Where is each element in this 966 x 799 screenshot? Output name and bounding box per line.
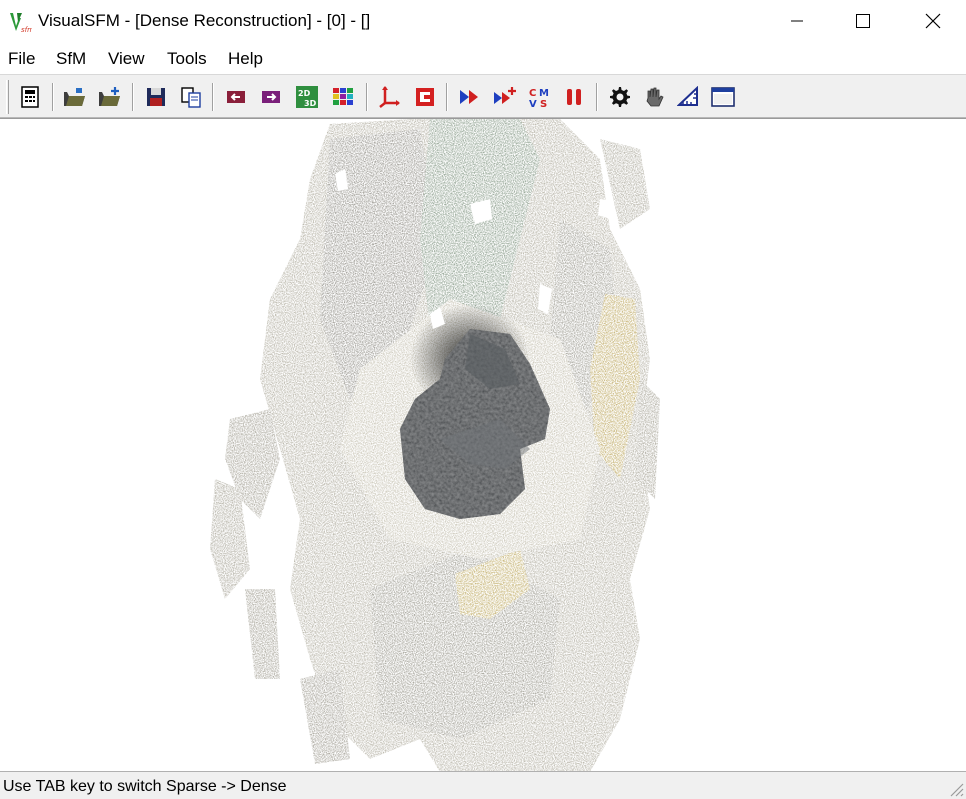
hand-icon <box>646 87 664 107</box>
save-button[interactable] <box>143 84 169 110</box>
visualsfm-app-icon: sfm <box>8 10 34 34</box>
window-icon <box>711 87 735 107</box>
toolbar-separator <box>596 83 598 111</box>
axes-icon <box>379 86 400 108</box>
gear-icon <box>610 87 630 107</box>
svg-text:C: C <box>529 88 536 99</box>
pause-icon <box>567 89 581 105</box>
compute-missing-match-icon <box>460 90 478 104</box>
previous-button[interactable] <box>223 84 249 110</box>
previous-arrow-icon <box>227 91 245 103</box>
cmvs-icon: C M V S <box>529 88 549 109</box>
menu-sfm[interactable]: SfM <box>56 49 86 69</box>
next-arrow-icon <box>262 91 280 103</box>
resize-grip-icon[interactable] <box>946 779 964 797</box>
compute-missing-match-button[interactable] <box>457 84 483 110</box>
toolbar-grip[interactable] <box>6 80 9 114</box>
copy-icon <box>181 87 201 108</box>
menu-tools[interactable]: Tools <box>167 49 207 69</box>
open-button[interactable] <box>62 84 88 110</box>
toolbar-separator <box>212 83 214 111</box>
measure-button[interactable] <box>675 84 701 110</box>
open-folder-icon <box>64 88 85 106</box>
color-grid-button[interactable] <box>330 84 356 110</box>
calculator-button[interactable] <box>17 84 43 110</box>
compute-3d-reconstruction-icon <box>494 87 516 104</box>
menu-help[interactable]: Help <box>228 49 263 69</box>
menu-bar: File SfM View Tools Help <box>0 42 966 74</box>
axes-button[interactable] <box>376 84 402 110</box>
toolbar-separator <box>366 83 368 111</box>
red-box-button[interactable] <box>412 84 438 110</box>
window-button[interactable] <box>710 84 736 110</box>
calculator-icon <box>21 86 39 108</box>
copy-button[interactable] <box>178 84 204 110</box>
toolbar-separator <box>52 83 54 111</box>
add-images-folder-icon <box>99 87 120 106</box>
save-disk-icon <box>147 88 165 106</box>
toolbar: 2D 3D C M V S <box>0 74 966 118</box>
2d-3d-toggle-icon: 2D 3D <box>296 86 318 108</box>
svg-text:S: S <box>540 99 547 109</box>
svg-text:M: M <box>539 88 549 99</box>
cmvs-button[interactable]: C M V S <box>527 84 553 110</box>
window-title: VisualSFM - [Dense Reconstruction] - [0]… <box>38 11 371 30</box>
close-icon <box>925 13 941 29</box>
dense-point-cloud <box>210 119 660 771</box>
svg-text:V: V <box>529 99 537 109</box>
maximize-button[interactable] <box>830 0 896 42</box>
status-bar: Use TAB key to switch Sparse -> Dense <box>0 771 966 799</box>
svg-text:sfm: sfm <box>21 26 32 34</box>
maximize-icon <box>856 14 870 28</box>
status-text: Use TAB key to switch Sparse -> Dense <box>3 778 287 795</box>
svg-text:2D: 2D <box>298 89 311 98</box>
red-box-icon <box>416 88 434 106</box>
toolbar-separator <box>446 83 448 111</box>
add-images-button[interactable] <box>97 84 123 110</box>
menu-view[interactable]: View <box>108 49 145 69</box>
title-bar[interactable]: sfm VisualSFM - [Dense Reconstruction] -… <box>0 0 966 42</box>
ruler-icon <box>677 86 698 106</box>
settings-button[interactable] <box>606 84 632 110</box>
minimize-icon <box>791 20 803 22</box>
color-grid-icon <box>333 88 353 105</box>
svg-text:3D: 3D <box>304 99 317 108</box>
2d-3d-toggle-button[interactable]: 2D 3D <box>294 84 320 110</box>
minimize-button[interactable] <box>764 0 830 42</box>
close-button[interactable] <box>900 0 966 42</box>
3d-viewport[interactable] <box>0 118 966 771</box>
pan-button[interactable] <box>641 84 667 110</box>
pause-button[interactable] <box>561 84 587 110</box>
menu-file[interactable]: File <box>8 49 35 69</box>
compute-3d-reconstruction-button[interactable] <box>492 84 518 110</box>
next-button[interactable] <box>258 84 284 110</box>
toolbar-separator <box>132 83 134 111</box>
